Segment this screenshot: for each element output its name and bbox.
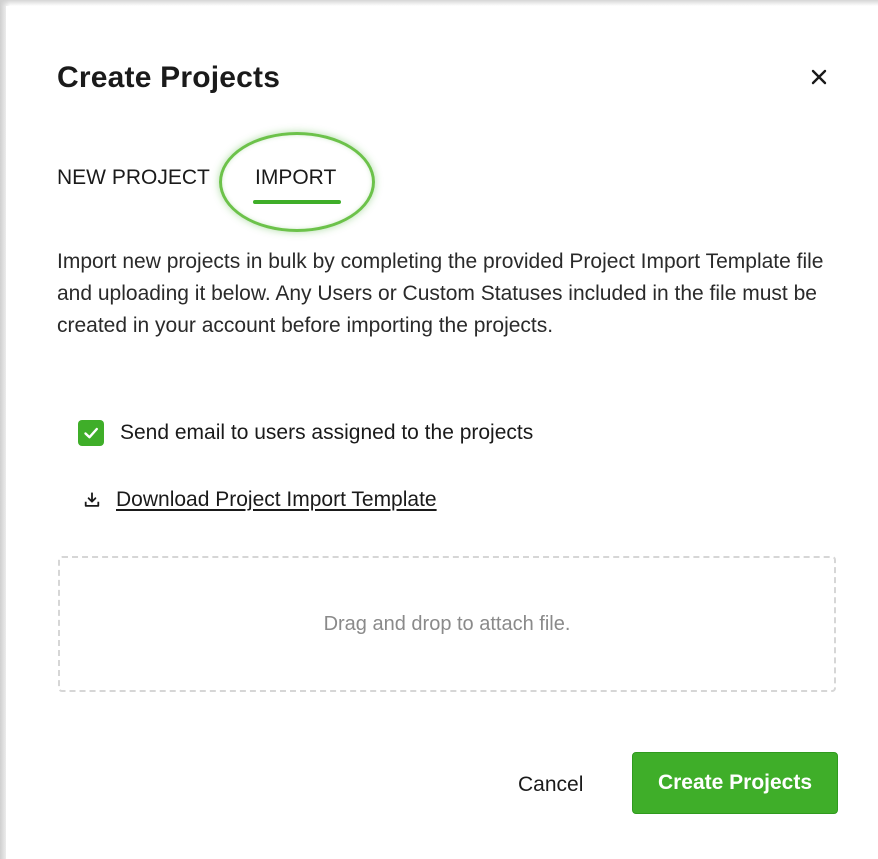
download-template-link[interactable]: Download Project Import Template xyxy=(82,488,437,512)
tab-new-project[interactable]: NEW PROJECT xyxy=(57,166,210,190)
screen: Create Projects NEW PROJECT IMPORT Impor… xyxy=(0,0,878,859)
dialog-title: Create Projects xyxy=(57,61,281,94)
create-projects-button[interactable]: Create Projects xyxy=(632,752,838,814)
cancel-button[interactable]: Cancel xyxy=(504,758,597,812)
dropzone-hint: Drag and drop to attach file. xyxy=(323,612,571,635)
close-icon xyxy=(810,68,828,91)
file-dropzone[interactable]: Drag and drop to attach file. xyxy=(58,556,836,692)
send-email-checkbox[interactable] xyxy=(78,420,104,446)
close-button[interactable] xyxy=(802,62,836,96)
checkmark-icon xyxy=(84,427,98,439)
download-icon xyxy=(82,490,102,510)
download-template-label[interactable]: Download Project Import Template xyxy=(116,488,437,512)
send-email-option[interactable]: Send email to users assigned to the proj… xyxy=(78,420,533,446)
send-email-label: Send email to users assigned to the proj… xyxy=(120,421,534,444)
active-tab-indicator xyxy=(253,200,341,204)
tab-import[interactable]: IMPORT xyxy=(255,166,336,190)
create-projects-dialog: Create Projects NEW PROJECT IMPORT Impor… xyxy=(6,6,878,859)
import-description: Import new projects in bulk by completin… xyxy=(57,250,824,337)
